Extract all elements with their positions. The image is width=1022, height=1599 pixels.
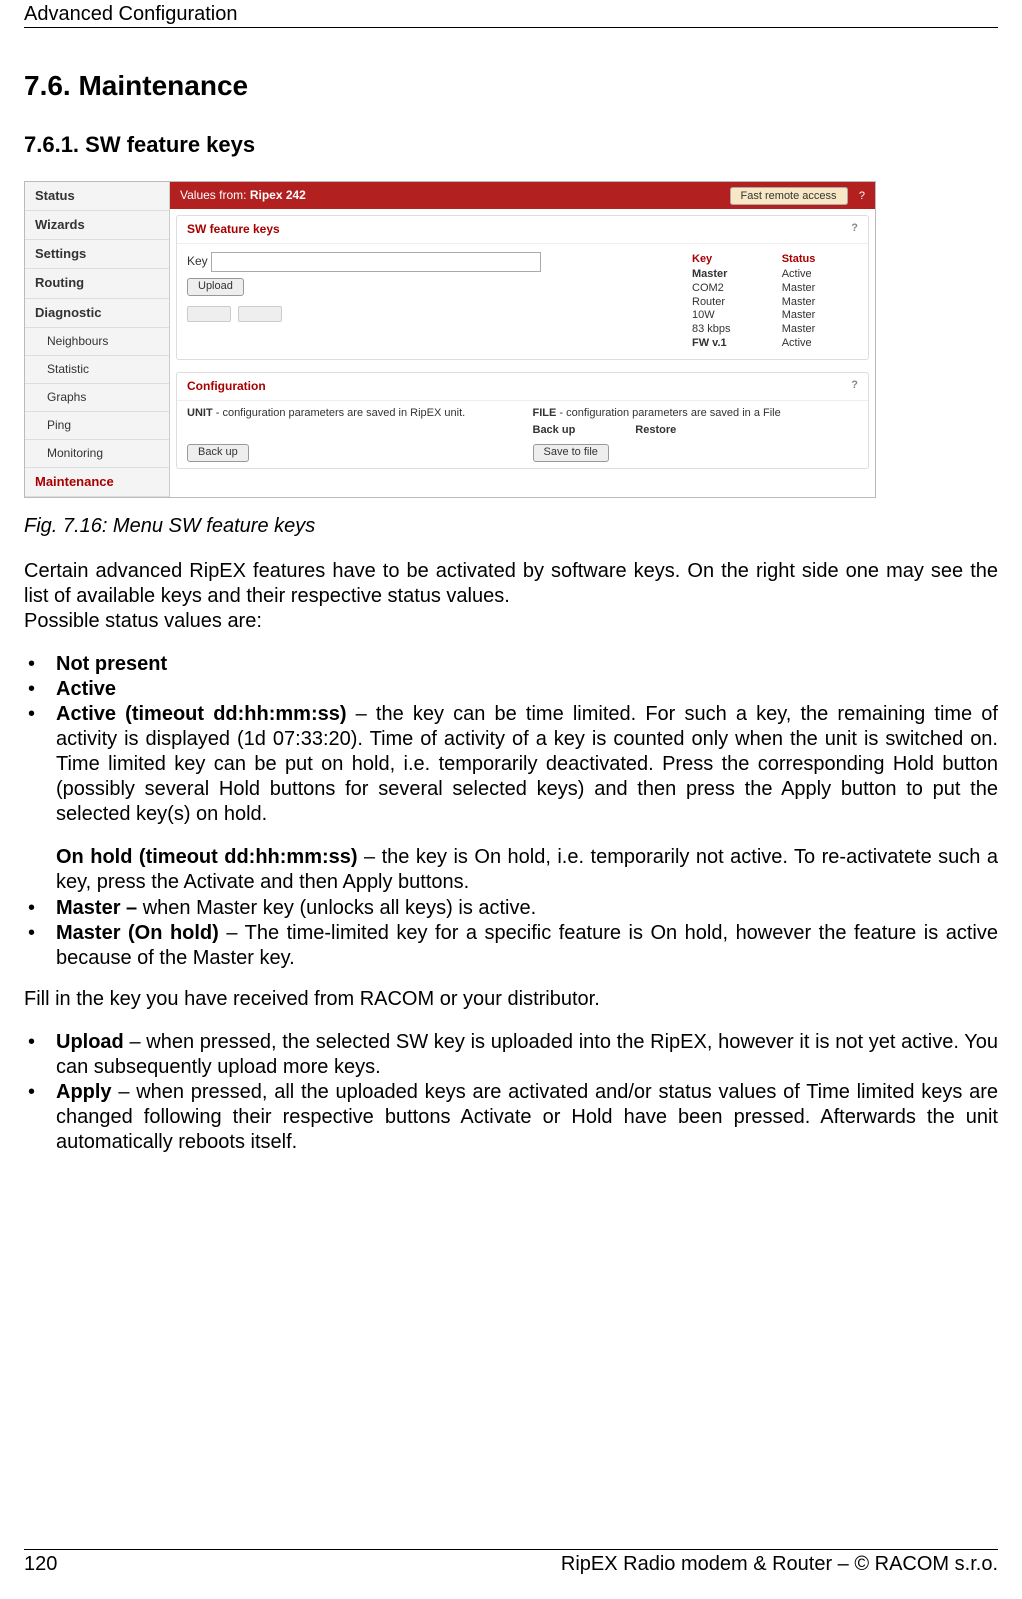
th-status: Status [778, 252, 858, 268]
configuration-card: Configuration ? UNIT - configuration par… [176, 372, 869, 470]
sidebar-item-graphs[interactable]: Graphs [25, 384, 169, 412]
sidebar-item-status[interactable]: Status [25, 182, 169, 211]
file-label: FILE [533, 407, 557, 419]
sidebar-item-settings[interactable]: Settings [25, 240, 169, 269]
th-key: Key [688, 252, 778, 268]
key-cell: Master [688, 268, 778, 282]
ghost-button[interactable] [187, 306, 231, 322]
sidebar-item-monitoring[interactable]: Monitoring [25, 440, 169, 468]
key-field-label: Key [187, 254, 208, 268]
sidebar-item-ping[interactable]: Ping [25, 412, 169, 440]
status-master-text: when Master key (unlocks all keys) is ac… [137, 897, 536, 919]
key-cell: COM2 [688, 282, 778, 296]
action-upload-text: – when pressed, the selected SW key is u… [56, 1031, 998, 1078]
figure-caption: Fig. 7.16: Menu SW feature keys [24, 514, 998, 539]
screenshot-sidebar: Status Wizards Settings Routing Diagnost… [25, 182, 170, 498]
status-cell: Master [778, 323, 858, 337]
key-input[interactable] [211, 252, 541, 272]
list-item: Upload – when pressed, the selected SW k… [24, 1030, 998, 1080]
status-on-hold-label: On hold (timeout dd:hh:mm:ss) [56, 846, 358, 868]
footer-copyright: RipEX Radio modem & Router – © RACOM s.r… [561, 1552, 998, 1577]
help-icon[interactable]: ? [851, 222, 858, 237]
backup-header: Back up [533, 424, 576, 438]
help-icon[interactable]: ? [859, 190, 865, 202]
list-item: Active (timeout dd:hh:mm:ss) – the key c… [24, 702, 998, 895]
screenshot-header: Values from: Ripex 242 Fast remote acces… [170, 182, 875, 210]
list-item: Not present [24, 652, 998, 677]
section-heading: 7.6. Maintenance [24, 68, 998, 103]
fast-remote-access-button[interactable]: Fast remote access [730, 187, 848, 205]
status-master-label: Master – [56, 897, 137, 919]
intro-paragraph-1: Certain advanced RipEX features have to … [24, 559, 998, 609]
page-footer: 120 RipEX Radio modem & Router – © RACOM… [24, 1549, 998, 1577]
header-prefix: Values from: [180, 188, 246, 202]
ghost-button[interactable] [238, 306, 282, 322]
action-apply-label: Apply [56, 1081, 112, 1103]
help-icon[interactable]: ? [851, 379, 858, 394]
page-number: 120 [24, 1552, 57, 1577]
status-cell: Master [778, 309, 858, 323]
sidebar-item-statistic[interactable]: Statistic [25, 356, 169, 384]
file-text: - configuration parameters are saved in … [556, 407, 780, 419]
key-cell: Router [688, 296, 778, 310]
action-apply-text: – when pressed, all the uploaded keys ar… [56, 1081, 998, 1153]
subsection-heading: 7.6.1. SW feature keys [24, 131, 998, 159]
sidebar-item-routing[interactable]: Routing [25, 269, 169, 298]
upload-button[interactable]: Upload [187, 278, 244, 296]
status-active-timeout-label: Active (timeout dd:hh:mm:ss) [56, 703, 347, 725]
key-cell: 10W [688, 309, 778, 323]
sw-feature-keys-card: SW feature keys ? Key Upload [176, 215, 869, 359]
unit-text: - configuration parameters are saved in … [213, 407, 466, 419]
card-title-config: Configuration [187, 379, 266, 394]
restore-header: Restore [635, 424, 676, 438]
actions-list: Upload – when pressed, the selected SW k… [24, 1030, 998, 1155]
action-upload-label: Upload [56, 1031, 124, 1053]
sidebar-item-maintenance[interactable]: Maintenance [25, 468, 169, 497]
status-cell: Master [778, 282, 858, 296]
list-item: Active [24, 677, 998, 702]
backup-button[interactable]: Back up [187, 444, 249, 462]
fill-key-paragraph: Fill in the key you have received from R… [24, 987, 998, 1012]
header-values-from: Values from: Ripex 242 [180, 188, 306, 203]
status-values-list: Not present Active Active (timeout dd:hh… [24, 652, 998, 971]
list-item: Master (On hold) – The time-limited key … [24, 921, 998, 971]
sidebar-item-neighbours[interactable]: Neighbours [25, 328, 169, 356]
sidebar-item-diagnostic[interactable]: Diagnostic [25, 299, 169, 328]
figure-screenshot: Status Wizards Settings Routing Diagnost… [24, 181, 998, 499]
unit-label: UNIT [187, 407, 213, 419]
header-device-name: Ripex 242 [250, 188, 306, 202]
key-cell: FW v.1 [688, 337, 778, 351]
status-cell: Master [778, 296, 858, 310]
key-cell: 83 kbps [688, 323, 778, 337]
list-item: Apply – when pressed, all the uploaded k… [24, 1080, 998, 1155]
list-item: Master – when Master key (unlocks all ke… [24, 896, 998, 921]
status-cell: Active [778, 268, 858, 282]
status-not-present: Not present [56, 653, 167, 675]
status-cell: Active [778, 337, 858, 351]
status-active: Active [56, 678, 116, 700]
keys-status-table: KeyStatus MasterActive COM2Master Router… [688, 252, 858, 350]
running-head: Advanced Configuration [24, 0, 998, 28]
card-title-sw-keys: SW feature keys [187, 222, 280, 237]
screenshot-ui: Status Wizards Settings Routing Diagnost… [24, 181, 876, 499]
intro-paragraph-2: Possible status values are: [24, 609, 998, 634]
sidebar-item-wizards[interactable]: Wizards [25, 211, 169, 240]
save-to-file-button[interactable]: Save to file [533, 444, 609, 462]
status-master-hold-label: Master (On hold) [56, 922, 219, 944]
